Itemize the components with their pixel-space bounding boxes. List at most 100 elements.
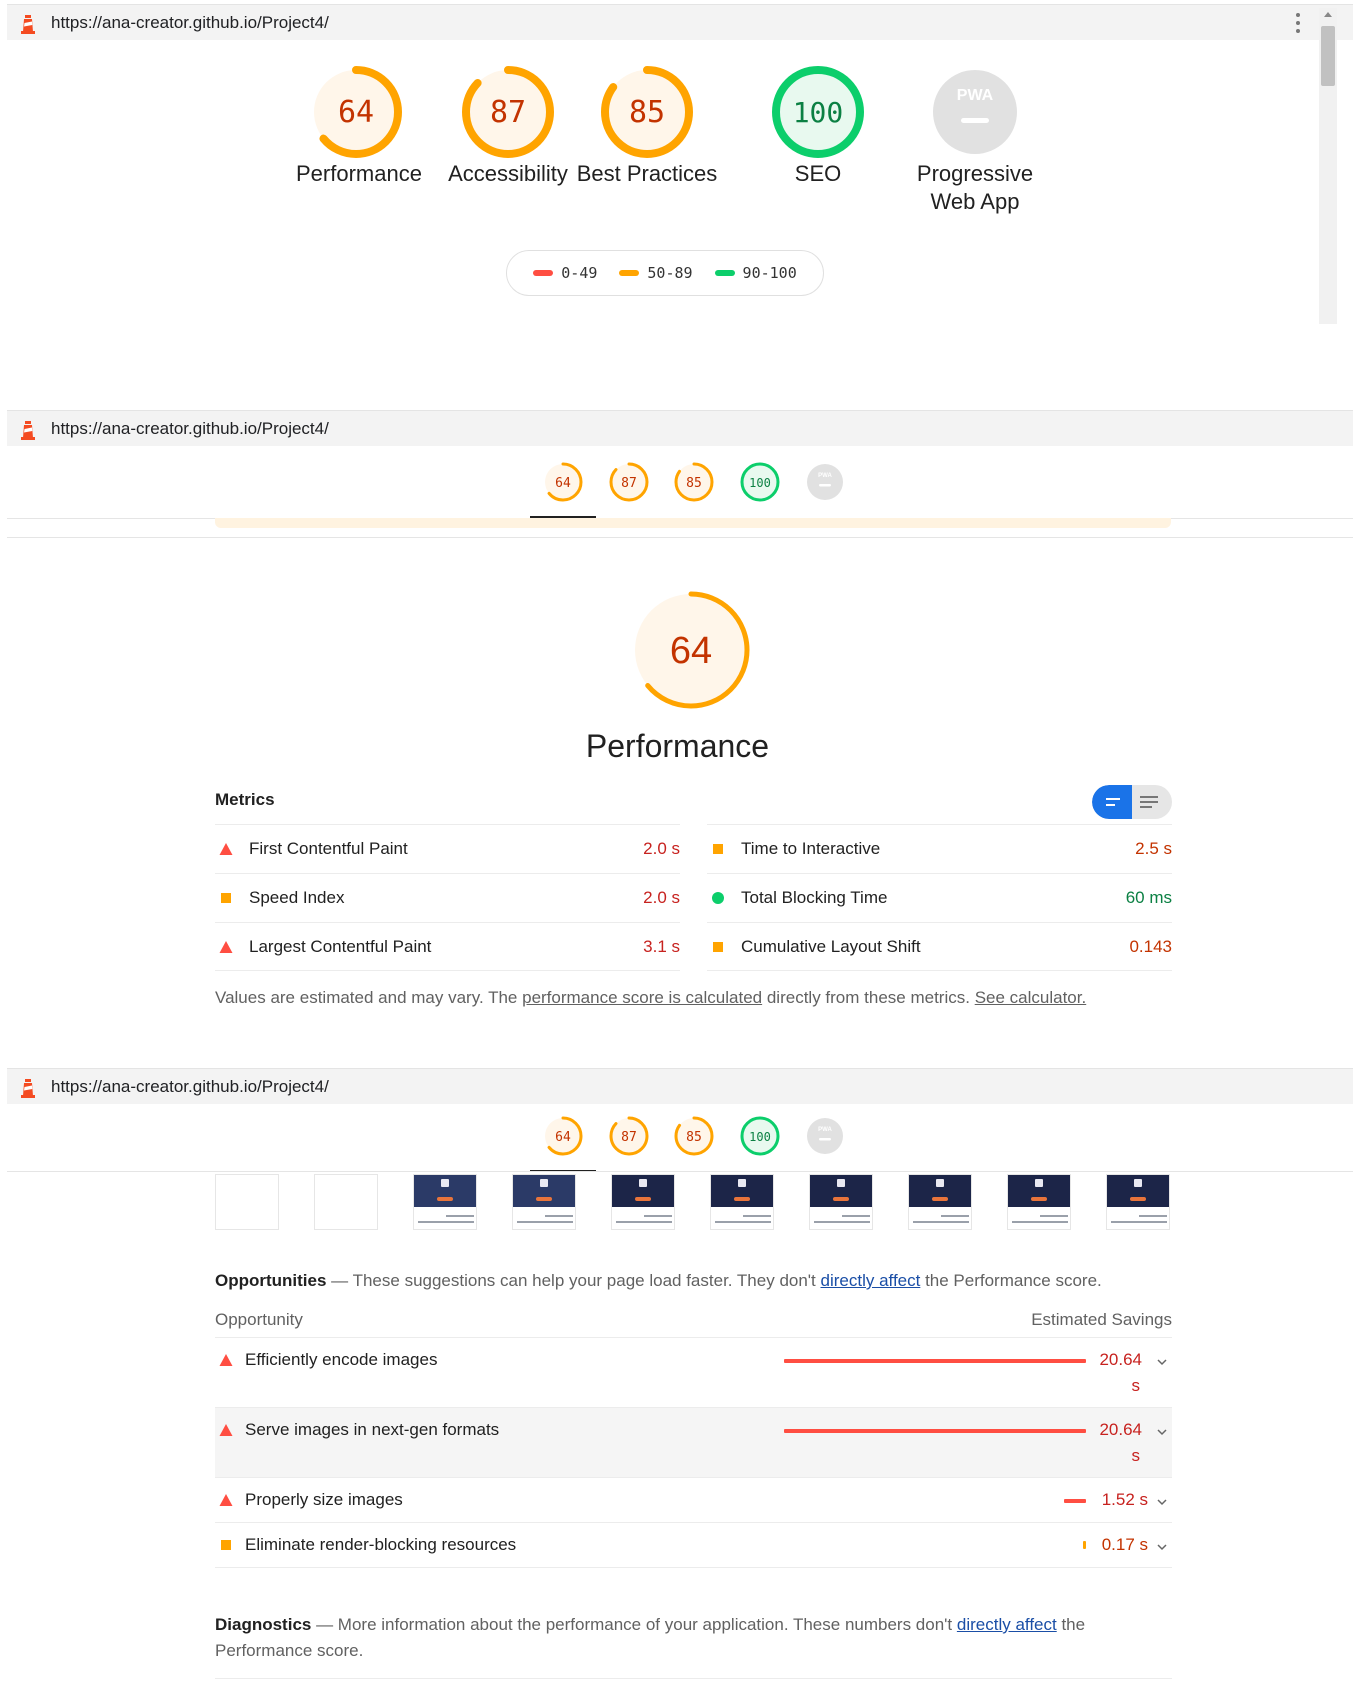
- performance-score: 64: [670, 630, 712, 672]
- savings-unit: s: [1131, 1376, 1141, 1395]
- metric-value: 2.0 s: [643, 888, 680, 907]
- gauge-pwa[interactable]: PWA Progressive Web App: [900, 64, 1050, 216]
- opportunity-efficiently-encode-images[interactable]: Efficiently encode images 20.64 s: [215, 1337, 1172, 1407]
- mini-gauge-accessibility[interactable]: 87: [607, 1114, 651, 1158]
- filmstrip-frame: [1007, 1174, 1071, 1230]
- divider: [7, 537, 1353, 538]
- metrics-view-toggle[interactable]: [1092, 785, 1172, 819]
- filmstrip-frame-blank: [314, 1174, 378, 1230]
- savings-bar: [1064, 1499, 1086, 1503]
- average-square-icon: [221, 893, 231, 903]
- performance-title: Performance: [585, 728, 770, 764]
- gauge-label: SEO: [794, 161, 842, 186]
- pwa-badge-icon: PWA: [933, 70, 1017, 154]
- url-bar[interactable]: https://ana-creator.github.io/Project4/: [7, 1068, 1353, 1104]
- average-square-icon: [221, 1540, 231, 1550]
- opportunity-next-gen-formats[interactable]: Serve images in next-gen formats 20.64 s: [215, 1407, 1172, 1477]
- mini-gauge-pwa-icon[interactable]: PWA: [803, 460, 847, 504]
- gauge-ring: 64: [310, 66, 402, 158]
- fail-triangle-icon: [219, 1354, 233, 1366]
- lighthouse-icon: [21, 14, 35, 34]
- filmstrip-frame: [1106, 1174, 1170, 1230]
- gauge-best-practices[interactable]: 85 Best Practices: [572, 64, 722, 188]
- summary-panel: https://ana-creator.github.io/Project4/ …: [0, 0, 1355, 330]
- performance-panel: https://ana-creator.github.io/Project4/ …: [0, 410, 1355, 1050]
- metric-value: 2.0 s: [643, 839, 680, 858]
- scrollbar-thumb[interactable]: [1321, 26, 1335, 86]
- mini-gauge-pwa-icon[interactable]: PWA: [803, 1114, 847, 1158]
- mini-gauge-accessibility[interactable]: 87: [607, 460, 651, 504]
- score-calculated-link[interactable]: performance score is calculated: [522, 988, 762, 1007]
- opportunity-render-blocking-resources[interactable]: Eliminate render-blocking resources 0.17…: [215, 1522, 1172, 1568]
- lighthouse-icon: [21, 420, 35, 440]
- average-square-icon: [713, 941, 723, 952]
- gauge-ring: 87: [462, 66, 554, 158]
- fail-triangle-icon: [219, 1424, 233, 1436]
- metrics-note: Values are estimated and may vary. The p…: [215, 988, 1087, 1007]
- url-bar[interactable]: https://ana-creator.github.io/Project4/: [7, 410, 1353, 446]
- svg-text:100: 100: [749, 1130, 771, 1144]
- scroll-up-arrow-icon[interactable]: [1324, 12, 1332, 17]
- opportunity-properly-size-images[interactable]: Properly size images 1.52 s: [215, 1477, 1172, 1522]
- sticky-score-nav: 64 87 85 100 PWA: [0, 450, 1355, 518]
- more-menu-icon[interactable]: [1295, 13, 1301, 33]
- opportunities-panel: https://ana-creator.github.io/Project4/ …: [0, 1068, 1355, 1696]
- metric-value: 0.143: [1129, 936, 1172, 956]
- gauge-accessibility[interactable]: 87 Accessibility: [443, 64, 573, 188]
- url-bar[interactable]: https://ana-creator.github.io/Project4/: [7, 4, 1353, 40]
- screenshot-filmstrip: [215, 1174, 1172, 1232]
- url-text: https://ana-creator.github.io/Project4/: [51, 418, 329, 438]
- chevron-down-icon[interactable]: [1156, 1358, 1168, 1366]
- directly-affect-link[interactable]: directly affect: [821, 1271, 921, 1290]
- filmstrip-frame-blank: [215, 1174, 279, 1230]
- legend-item-average: 50-89: [619, 264, 693, 282]
- gauge-seo[interactable]: 100 SEO: [758, 64, 878, 188]
- legend-item-pass: 90-100: [714, 264, 797, 282]
- url-text: https://ana-creator.github.io/Project4/: [51, 1076, 329, 1096]
- chevron-down-icon[interactable]: [1156, 1428, 1168, 1436]
- fail-triangle-icon: [219, 843, 233, 855]
- chevron-down-icon[interactable]: [1156, 1498, 1168, 1506]
- column-opportunity: Opportunity: [215, 1310, 303, 1329]
- gauge-ring: 85: [601, 66, 693, 158]
- average-square-icon: [713, 844, 723, 854]
- gauge-label: Best Practices: [576, 161, 718, 186]
- metric-value: 3.1 s: [643, 936, 680, 956]
- savings-bar: [784, 1359, 1086, 1363]
- divider: [215, 1678, 1172, 1679]
- mini-gauge-best-practices[interactable]: 85: [672, 1114, 716, 1158]
- filmstrip-frame: [512, 1174, 576, 1230]
- gauge-score: 85: [629, 95, 665, 130]
- pass-circle-icon: [712, 892, 724, 904]
- pwa-mark: PWA: [957, 87, 994, 104]
- svg-text:85: 85: [686, 476, 702, 491]
- metrics-heading: Metrics: [215, 790, 275, 809]
- column-estimated-savings: Estimated Savings: [1031, 1310, 1172, 1329]
- filmstrip-frame: [908, 1174, 972, 1230]
- savings-value: 20.64: [1099, 1350, 1142, 1369]
- filmstrip-frame: [710, 1174, 774, 1230]
- savings-bar: [784, 1429, 1086, 1433]
- mini-gauge-seo[interactable]: 100: [738, 460, 782, 504]
- gauge-score: 64: [338, 95, 374, 130]
- mini-gauge-performance[interactable]: 64: [541, 460, 585, 504]
- compact-view-icon[interactable]: [1092, 785, 1132, 819]
- mini-gauge-performance[interactable]: 64: [541, 1114, 585, 1158]
- svg-text:64: 64: [555, 476, 571, 491]
- sticky-score-nav: 64 87 85 100 PWA: [0, 1104, 1355, 1172]
- mini-gauge-best-practices[interactable]: 85: [672, 460, 716, 504]
- gauge-label-line1: Progressive: [916, 161, 1034, 186]
- chevron-down-icon[interactable]: [1156, 1543, 1168, 1551]
- mini-gauge-seo[interactable]: 100: [738, 1114, 782, 1158]
- gauge-score: 100: [793, 96, 844, 129]
- metric-largest-contentful-paint: Largest Contentful Paint 3.1 s: [215, 922, 680, 971]
- url-text: https://ana-creator.github.io/Project4/: [51, 12, 329, 32]
- see-calculator-link[interactable]: See calculator.: [975, 988, 1087, 1007]
- metric-cumulative-layout-shift: Cumulative Layout Shift 0.143: [707, 922, 1172, 971]
- svg-text:100: 100: [749, 476, 771, 490]
- divider: [7, 1171, 1353, 1172]
- gauge-label-line2: Web App: [930, 189, 1020, 214]
- gauge-performance[interactable]: 64 Performance: [296, 64, 422, 188]
- scrollbar[interactable]: [1319, 8, 1337, 324]
- diagnostics-directly-affect-link[interactable]: directly affect: [957, 1615, 1057, 1634]
